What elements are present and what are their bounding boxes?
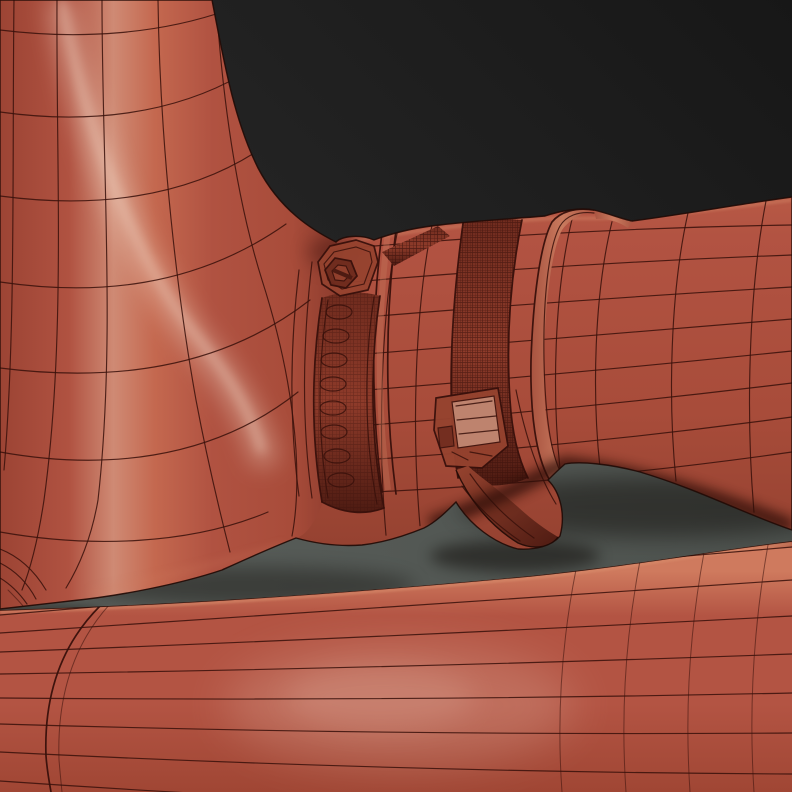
clamp2-worm-screw [437, 425, 455, 449]
viewport-3d[interactable] [0, 0, 792, 792]
viewport-canvas[interactable] [0, 0, 792, 792]
